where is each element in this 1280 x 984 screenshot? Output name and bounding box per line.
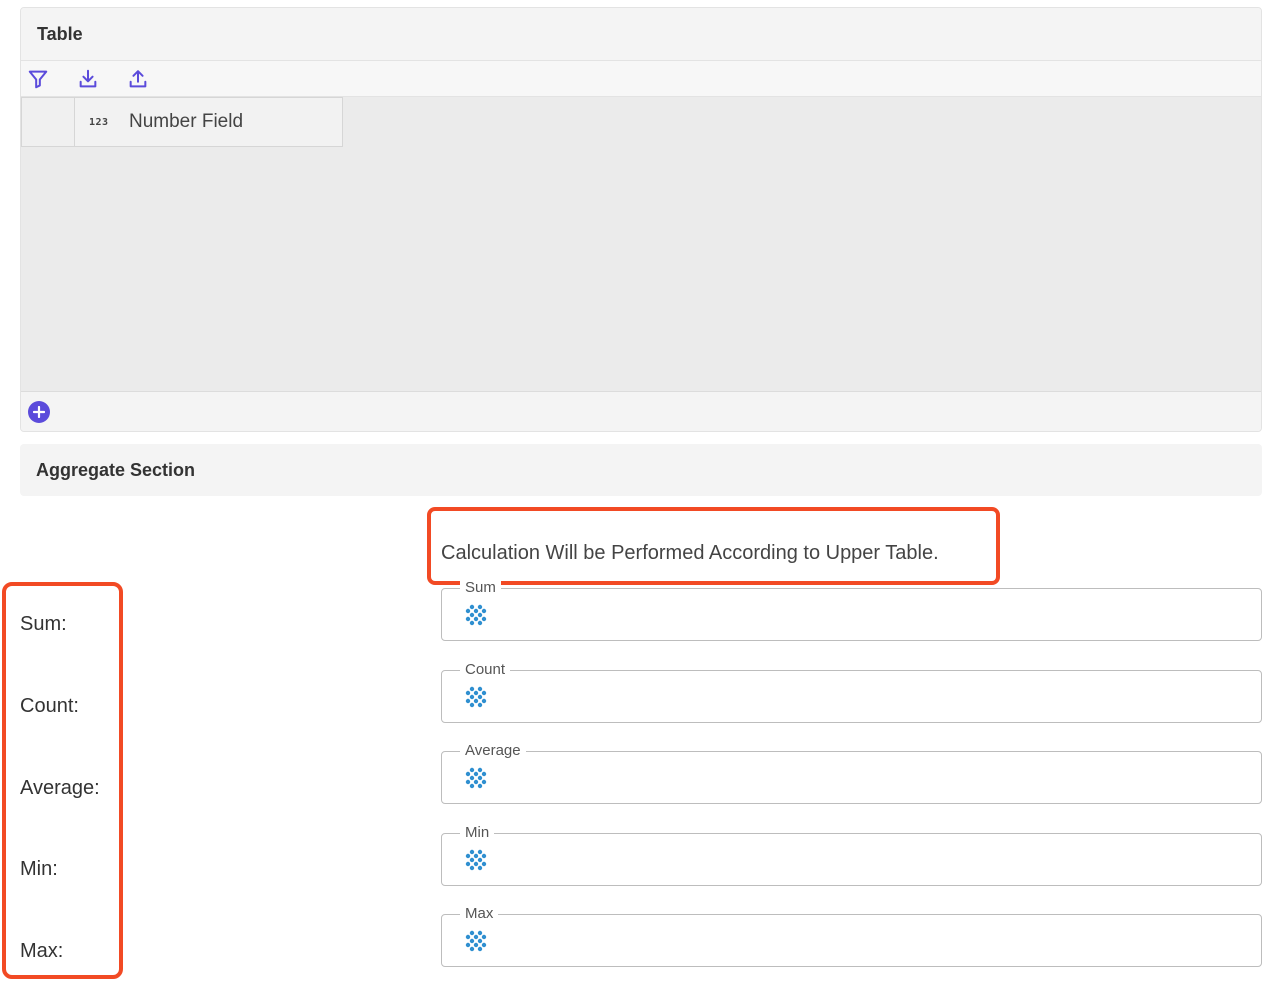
loading-dots-icon [465,686,487,708]
min-label: Min: [20,858,58,880]
sum-field[interactable]: Sum [441,579,1262,641]
download-icon [79,69,97,87]
max-label: Max: [20,940,64,962]
count-label: Count: [20,695,79,717]
count-field[interactable]: Count [441,661,1262,723]
table-section: Table 123 Number Field [20,7,1262,432]
loading-dots-icon [465,604,487,626]
filter-icon [28,70,48,88]
add-row-button[interactable] [28,400,50,423]
min-field-legend: Min [460,824,495,842]
row-number-header[interactable] [21,97,75,147]
average-label: Average: [20,777,100,799]
aggregate-section-title: Aggregate Section [20,444,1262,496]
table-footer [21,392,1261,431]
loading-dots-icon [465,767,487,789]
sum-field-legend: Sum [460,579,501,597]
average-field[interactable]: Average [441,742,1262,804]
download-button[interactable] [77,68,99,90]
max-field-legend: Max [460,905,499,923]
table-section-title: Table [21,8,1261,61]
loading-dots-icon [465,849,487,871]
loading-dots-icon [465,930,487,952]
table-grid[interactable]: 123 Number Field [21,97,1261,392]
calculation-note: Calculation Will be Performed According … [441,542,939,564]
filter-button[interactable] [27,68,49,90]
count-field-legend: Count [460,661,511,679]
grid-header-row: 123 Number Field [21,97,343,149]
max-field[interactable]: Max [441,905,1262,967]
sum-label: Sum: [20,613,67,635]
column-header-label: Number Field [129,111,244,132]
upload-button[interactable] [127,68,149,90]
column-header-number-field[interactable]: 123 Number Field [75,97,343,147]
min-field[interactable]: Min [441,824,1262,886]
page-root: Table 123 Number Field Aggregate Section… [0,0,1280,984]
upload-icon [129,69,147,87]
table-toolbar [21,61,1261,97]
number-type-icon: 123 [89,116,109,128]
average-field-legend: Average [460,742,526,760]
plus-circle-icon [33,405,45,418]
